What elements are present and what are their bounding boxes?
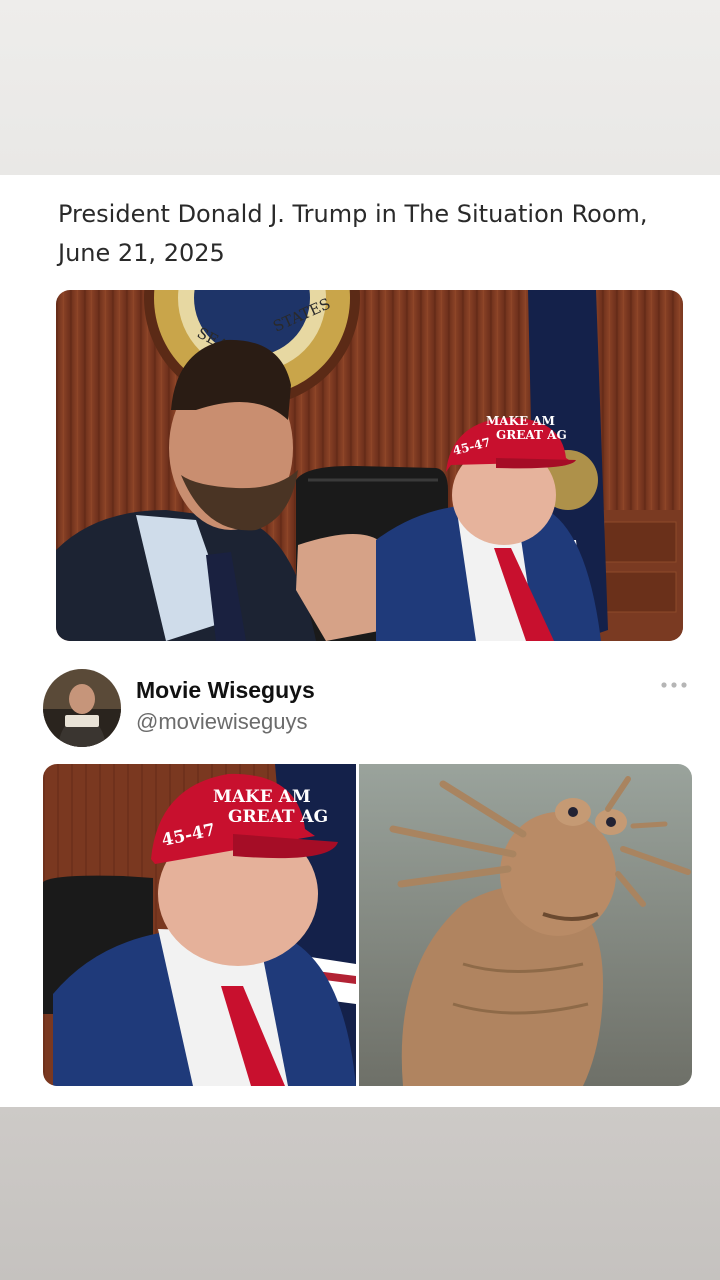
trump-closeup: MAKE AM GREAT AG 45-47 bbox=[43, 764, 356, 1086]
more-horizontal-icon[interactable] bbox=[659, 675, 689, 695]
avatar[interactable] bbox=[43, 669, 121, 747]
post-text: President Donald J. Trump in The Situati… bbox=[58, 200, 648, 267]
author-name[interactable]: Movie Wiseguys bbox=[136, 677, 315, 704]
hat-text-line1: MAKE AM bbox=[486, 414, 555, 428]
hat-text-line1-2: MAKE AM bbox=[213, 787, 311, 807]
author-handle[interactable]: @moviewiseguys bbox=[136, 709, 308, 735]
alien-creature-image bbox=[356, 764, 692, 1086]
story-top-background bbox=[0, 0, 720, 175]
tweet-card: President Donald J. Trump in The Situati… bbox=[0, 175, 720, 1107]
story-bottom-background bbox=[0, 1107, 720, 1280]
comparison-photo[interactable]: MAKE AM GREAT AG 45-47 bbox=[43, 764, 692, 1086]
author-row: Movie Wiseguys @moviewiseguys bbox=[43, 669, 687, 749]
hat-text-line2-2: GREAT AG bbox=[228, 807, 328, 827]
hat-text-line2: GREAT AG bbox=[496, 428, 567, 442]
situation-room-photo[interactable]: SEAL STATES MAKE AM GREAT AG 45-47 bbox=[56, 290, 683, 641]
